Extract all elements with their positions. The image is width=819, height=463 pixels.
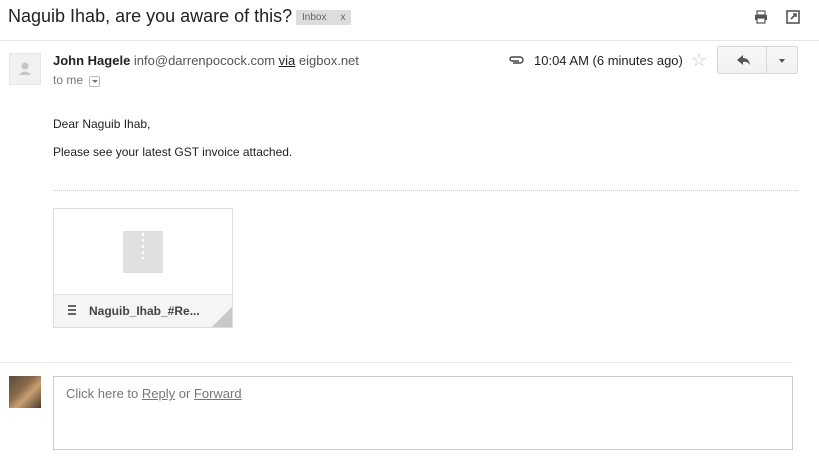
sender-line: John Hagele info@darrenpocock.com via ei… bbox=[53, 53, 359, 68]
more-actions-button[interactable] bbox=[766, 46, 798, 74]
page-fold-corner bbox=[212, 307, 232, 327]
reply-link[interactable]: Reply bbox=[142, 386, 175, 401]
sender-name[interactable]: John Hagele bbox=[53, 53, 130, 68]
reply-prefix: Click here to bbox=[66, 386, 142, 401]
sender-avatar[interactable] bbox=[9, 53, 41, 85]
zip-file-icon bbox=[123, 231, 163, 273]
via-link[interactable]: via bbox=[279, 53, 296, 68]
reply-or: or bbox=[175, 386, 194, 401]
email-greeting: Dear Naguib Ihab, bbox=[53, 117, 151, 131]
attachment-filename: Naguib_Ihab_#Re... bbox=[89, 304, 200, 318]
label-name[interactable]: Inbox bbox=[302, 10, 326, 25]
message-time: 10:04 AM (6 minutes ago) bbox=[534, 53, 683, 68]
reply-divider bbox=[0, 362, 793, 363]
email-subject: Naguib Ihab, are you aware of this? bbox=[8, 6, 293, 26]
attachment-clip-icon bbox=[509, 56, 524, 64]
reply-button[interactable] bbox=[717, 46, 767, 74]
user-avatar bbox=[9, 376, 41, 408]
sender-email: info@darrenpocock.com bbox=[133, 53, 276, 68]
attachment-divider bbox=[53, 190, 798, 191]
star-icon[interactable]: ☆ bbox=[691, 50, 707, 71]
archive-icon bbox=[68, 305, 76, 315]
forward-link[interactable]: Forward bbox=[194, 386, 242, 401]
person-icon bbox=[19, 62, 31, 75]
recipient-text: to me bbox=[53, 73, 84, 87]
remove-label-button[interactable]: x bbox=[340, 10, 345, 25]
reply-arrow-icon bbox=[737, 55, 750, 65]
inbox-label-chip[interactable]: Inbox x bbox=[296, 10, 352, 25]
open-in-new-window-icon[interactable] bbox=[786, 10, 800, 24]
reply-box[interactable]: Click here to Reply or Forward bbox=[53, 376, 793, 450]
print-icon[interactable] bbox=[754, 10, 768, 24]
recipient-line: to me bbox=[53, 73, 101, 87]
header-divider bbox=[0, 40, 819, 41]
show-details-dropdown[interactable] bbox=[89, 75, 101, 87]
email-body: Please see your latest GST invoice attac… bbox=[53, 145, 293, 159]
attachment-footer: Naguib_Ihab_#Re... bbox=[54, 294, 232, 327]
via-domain: eigbox.net bbox=[298, 53, 359, 68]
attachment-card[interactable]: Naguib_Ihab_#Re... bbox=[53, 208, 233, 328]
